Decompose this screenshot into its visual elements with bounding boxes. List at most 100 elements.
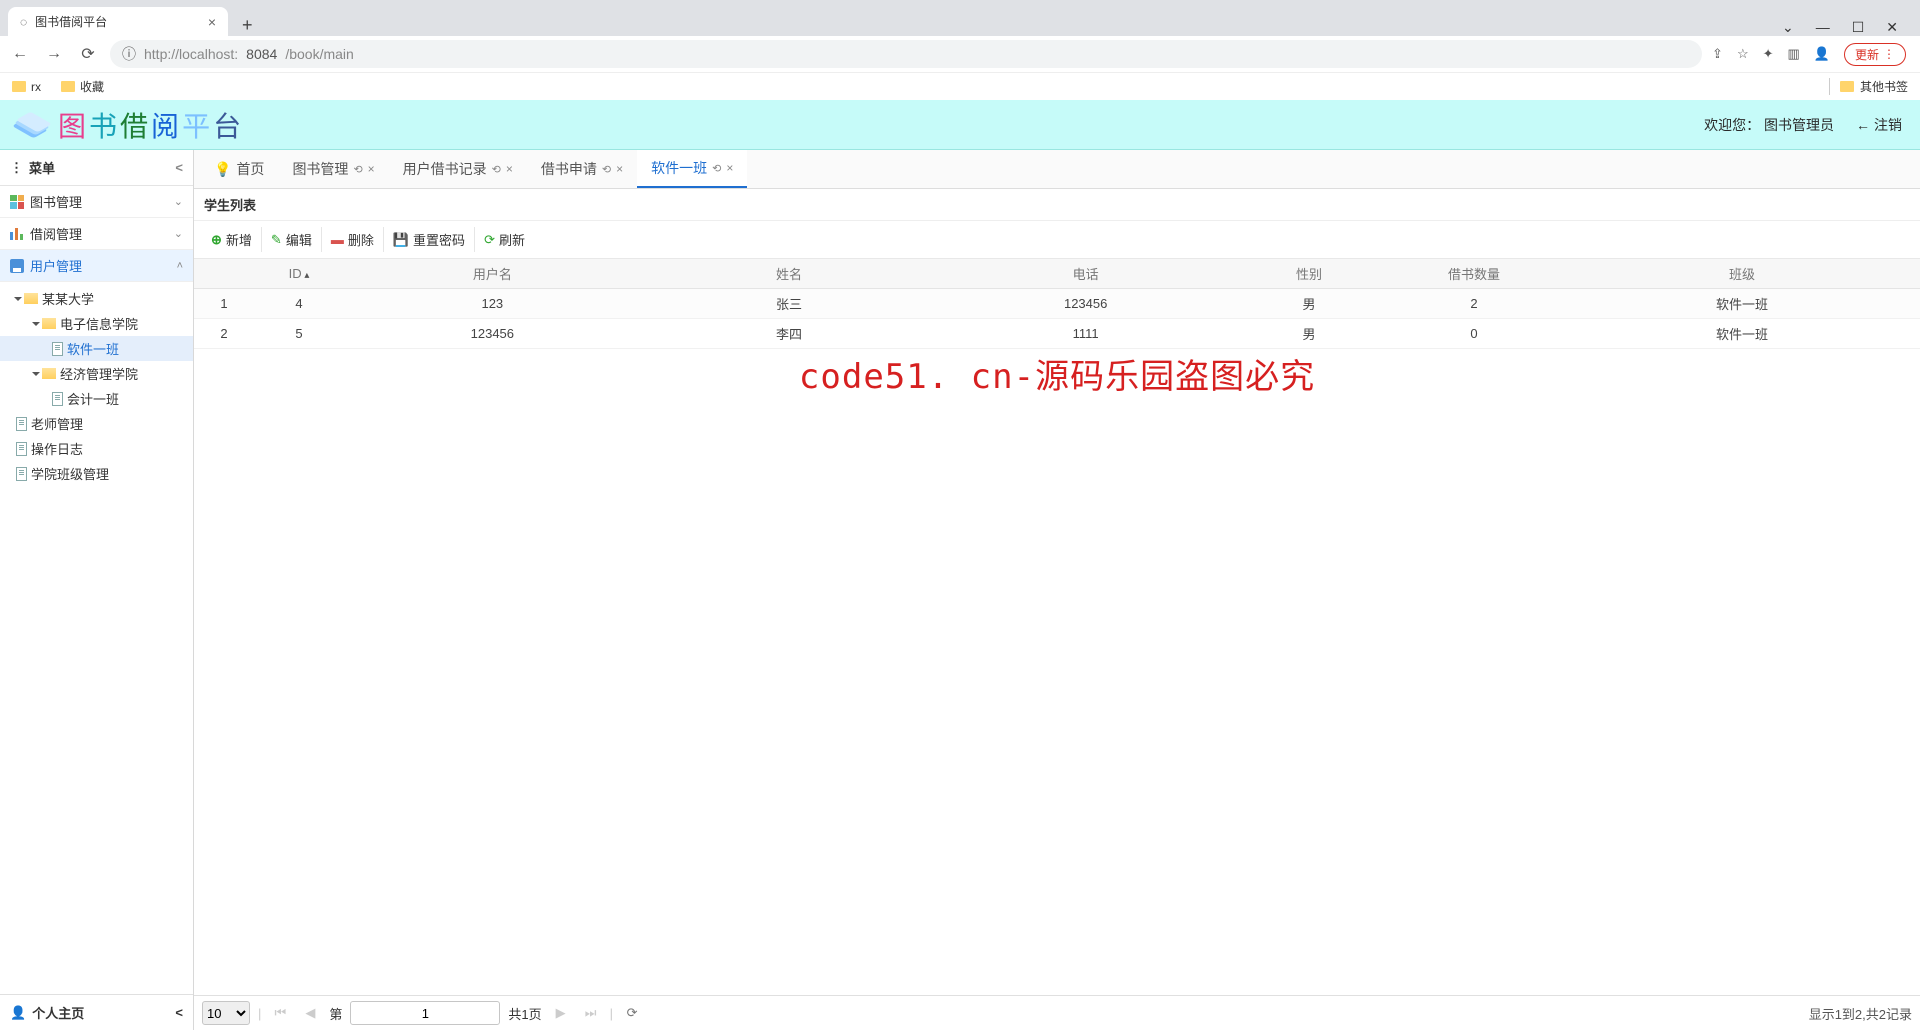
org-tree: 某某大学 电子信息学院 软件一班 经济管理学院 会计一班 老师管理 操作日志 学… — [0, 282, 193, 994]
content-tabs: 💡首页 图书管理⟲× 用户借书记录⟲× 借书申请⟲× 软件一班⟲× — [194, 150, 1920, 189]
bookmark-favorites[interactable]: 收藏 — [61, 78, 104, 95]
minimize-icon[interactable]: — — [1816, 19, 1830, 36]
page-icon — [52, 392, 63, 406]
first-page-icon[interactable]: ⏮ — [269, 1002, 291, 1024]
close-tab-icon[interactable]: × — [726, 161, 733, 175]
close-tab-icon[interactable]: × — [506, 162, 513, 176]
nav-borrow-mgmt[interactable]: 借阅管理⌄ — [0, 218, 193, 250]
last-page-icon[interactable]: ⏭ — [580, 1002, 602, 1024]
pager: 10 | ⏮ ◀ 第 共1页 ▶ ⏭ | ⟳ 显示1到2,共2记录 — [194, 995, 1920, 1030]
back-icon[interactable]: ← — [8, 45, 32, 63]
tree-university[interactable]: 某某大学 — [0, 286, 193, 311]
reload-icon[interactable]: ⟳ — [76, 44, 100, 64]
url-input[interactable]: ⓘ http://localhost:8084/book/main — [110, 40, 1702, 68]
col-id[interactable]: ID — [254, 266, 344, 281]
pencil-icon: ✎ — [271, 232, 282, 248]
sidebar-footer[interactable]: 👤 个人主页 < — [0, 994, 193, 1030]
logo-icon — [18, 114, 46, 136]
page-icon — [16, 442, 27, 456]
bars-icon — [10, 228, 24, 240]
logout-button[interactable]: ←注销 — [1856, 115, 1902, 135]
page-total: 共1页 — [508, 1004, 541, 1023]
reset-password-button[interactable]: 💾重置密码 — [384, 227, 475, 252]
new-tab-button[interactable]: + — [242, 15, 253, 36]
watermark-text: code51. cn-源码乐园盗图必究 — [194, 349, 1920, 398]
tab-borrow-apply[interactable]: 借书申请⟲× — [527, 150, 637, 188]
cell-gender: 男 — [1234, 324, 1384, 343]
refresh-tab-icon[interactable]: ⟲ — [602, 163, 611, 176]
col-gender[interactable]: 性别 — [1234, 264, 1384, 283]
col-name[interactable]: 姓名 — [641, 264, 938, 283]
refresh-tab-icon[interactable]: ⟲ — [492, 163, 501, 176]
refresh-tab-icon[interactable]: ⟲ — [353, 163, 362, 176]
tab-borrow-record[interactable]: 用户借书记录⟲× — [389, 150, 527, 188]
tab-class-software-1[interactable]: 软件一班⟲× — [637, 150, 747, 188]
bookmark-other[interactable]: 其他书签 — [1829, 78, 1908, 95]
close-tab-icon[interactable]: × — [616, 162, 623, 176]
tree-op-log[interactable]: 操作日志 — [0, 436, 193, 461]
extensions-icon[interactable]: ✦ — [1763, 46, 1774, 62]
cell-gender: 男 — [1234, 294, 1384, 313]
tree-college-class-mgmt[interactable]: 学院班级管理 — [0, 461, 193, 486]
nav-book-mgmt[interactable]: 图书管理⌄ — [0, 186, 193, 218]
refresh-button[interactable]: ⟳刷新 — [475, 227, 534, 252]
collapse-sidebar-icon[interactable]: < — [175, 160, 183, 175]
share-icon[interactable]: ⇪ — [1712, 46, 1723, 62]
tree-class-accounting-1[interactable]: 会计一班 — [0, 386, 193, 411]
tree-teacher-mgmt[interactable]: 老师管理 — [0, 411, 193, 436]
close-tab-icon[interactable]: × — [368, 162, 375, 176]
edit-button[interactable]: ✎编辑 — [262, 227, 322, 252]
bookmark-rx[interactable]: rx — [12, 80, 41, 94]
nav-user-mgmt[interactable]: 用户管理˄ — [0, 250, 193, 282]
star-icon[interactable]: ☆ — [1737, 46, 1749, 62]
pager-refresh-icon[interactable]: ⟳ — [621, 1002, 643, 1024]
collapse-sidebar-footer-icon[interactable]: < — [175, 1005, 183, 1020]
tab-home[interactable]: 💡首页 — [200, 150, 278, 188]
url-port: 8084 — [246, 46, 277, 62]
tree-college-econ[interactable]: 经济管理学院 — [0, 361, 193, 386]
expand-icon — [32, 322, 40, 326]
cell-borrow_count: 0 — [1384, 326, 1564, 341]
col-phone[interactable]: 电话 — [937, 264, 1234, 283]
tree-class-software-1[interactable]: 软件一班 — [0, 336, 193, 361]
globe-icon: ◌ — [20, 15, 27, 29]
main-row: ⋮ 菜单 < 图书管理⌄ 借阅管理⌄ 用户管理˄ 某某大学 电子信息学院 软件一… — [0, 150, 1920, 1030]
table-row[interactable]: 25123456李四1111男0软件一班 — [194, 319, 1920, 349]
refresh-icon: ⟳ — [484, 232, 495, 248]
browser-tab[interactable]: ◌ 图书借阅平台 × — [8, 7, 228, 36]
update-button[interactable]: 更新⋮ — [1844, 43, 1906, 66]
add-button[interactable]: ⊕新增 — [202, 227, 262, 252]
page-size-select[interactable]: 10 — [202, 1001, 250, 1025]
delete-button[interactable]: ▬删除 — [322, 227, 384, 252]
maximize-icon[interactable]: ☐ — [1852, 19, 1865, 36]
minus-icon: ▬ — [331, 232, 344, 247]
panel-icon[interactable]: ▥ — [1788, 46, 1800, 62]
folder-open-icon — [24, 293, 38, 304]
close-tab-icon[interactable]: × — [208, 14, 216, 30]
cell-borrow_count: 2 — [1384, 296, 1564, 311]
chevron-down-icon[interactable]: ⌄ — [1782, 19, 1794, 36]
refresh-tab-icon[interactable]: ⟲ — [712, 162, 721, 175]
folder-icon — [1840, 81, 1854, 92]
table-row[interactable]: 14123张三123456男2软件一班 — [194, 289, 1920, 319]
grid-icon — [10, 195, 24, 209]
expand-icon — [32, 372, 40, 376]
tab-book-mgmt[interactable]: 图书管理⟲× — [278, 150, 388, 188]
chevron-up-icon: ˄ — [177, 260, 183, 272]
app-title: 图书借阅平台 — [58, 105, 244, 145]
plus-icon: ⊕ — [211, 232, 222, 248]
url-path: /book/main — [285, 46, 353, 62]
user-icon: 👤 — [10, 1005, 26, 1021]
col-class[interactable]: 班级 — [1564, 264, 1920, 283]
data-grid: ID 用户名 姓名 电话 性别 借书数量 班级 14123张三123456男2软… — [194, 259, 1920, 995]
prev-page-icon[interactable]: ◀ — [299, 1002, 321, 1024]
tree-college-eecs[interactable]: 电子信息学院 — [0, 311, 193, 336]
close-window-icon[interactable]: ✕ — [1886, 19, 1898, 36]
page-input[interactable] — [350, 1001, 500, 1025]
col-borrow-count[interactable]: 借书数量 — [1384, 264, 1564, 283]
forward-icon[interactable]: → — [42, 45, 66, 63]
bulb-icon: 💡 — [214, 161, 231, 178]
profile-icon[interactable]: 👤 — [1814, 46, 1830, 62]
next-page-icon[interactable]: ▶ — [550, 1002, 572, 1024]
col-username[interactable]: 用户名 — [344, 264, 641, 283]
